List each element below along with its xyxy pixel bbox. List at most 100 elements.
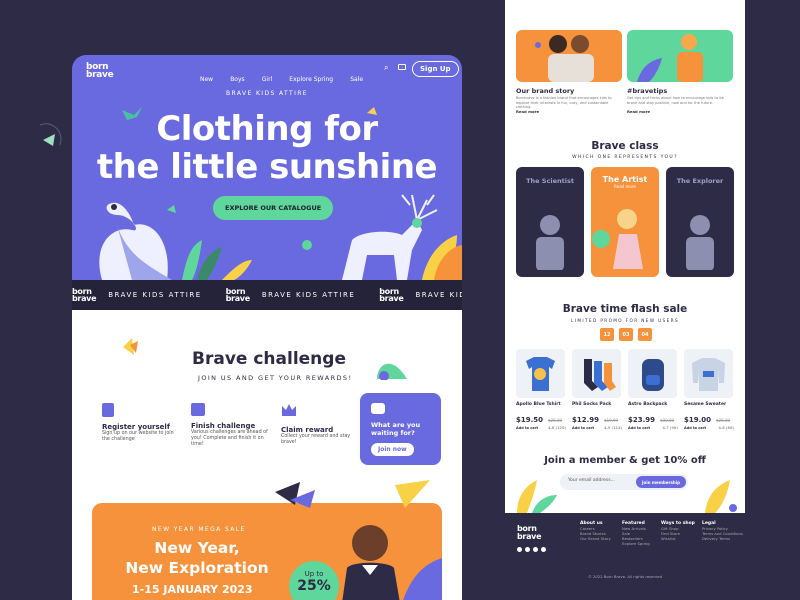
product-card[interactable]: Astro Backpack $23.99 $30.00 Add to cart…	[628, 349, 678, 430]
footer-logo-line2: brave	[517, 532, 542, 541]
explorer-photo	[686, 215, 714, 271]
flash-sale-title: Brave time flash sale	[562, 303, 688, 315]
product-price: $23.99	[628, 416, 656, 424]
step-desc: Various challenges are ahead of you! Com…	[191, 430, 268, 447]
promo-dates: 1-15 JANUARY 2023	[132, 583, 253, 596]
class-card-scientist[interactable]: The Scientist	[516, 167, 584, 277]
product-image	[516, 349, 565, 398]
footer-link[interactable]: Wishlist	[661, 536, 699, 541]
footer-link[interactable]: Delivery Terms	[702, 536, 744, 541]
promo-kicker: NEW YEAR MEGA SALE	[152, 526, 246, 533]
artist-photo	[592, 209, 643, 269]
marquee-logo: born brave	[72, 287, 97, 303]
calendar-check-icon	[191, 403, 205, 416]
join-membership-button[interactable]: Join membership	[636, 476, 686, 488]
join-card-title: What are you waiting for?	[371, 421, 421, 437]
add-to-cart-link[interactable]: Add to cart	[628, 426, 650, 430]
member-title: Join a member & get 10% off	[544, 455, 706, 466]
countdown-seconds: 04	[638, 328, 652, 341]
step-title: Finish challenge	[191, 422, 256, 430]
class-card-explorer[interactable]: The Explorer	[666, 167, 734, 277]
class-card-label: The Explorer	[676, 177, 724, 185]
brand-story-image[interactable]	[516, 30, 622, 82]
badge-top: Up to	[304, 570, 324, 578]
brand-story-desc: Bornbrave is a fashion brand that encour…	[516, 96, 612, 109]
footer-link[interactable]: Explore Spring	[622, 541, 660, 546]
butterfly-yellow-icon	[123, 338, 138, 355]
butterfly-outside-icon	[39, 123, 62, 146]
bravetips-title: #bravetips	[627, 87, 668, 95]
bravetips-image[interactable]	[627, 30, 733, 82]
product-card[interactable]: Sesame Sweater $19.00 $25.00 Add to cart…	[684, 349, 734, 430]
brave-class-title: Brave class	[591, 140, 659, 152]
hero-section: born brave New Boys Girl Explore Spring …	[72, 55, 462, 280]
kids-photo	[535, 35, 594, 82]
marquee-strip: born brave BRAVE KIDS ATTIRE born brave BR…	[72, 280, 462, 310]
step-title: Register yourself	[102, 423, 170, 431]
instagram-icon[interactable]	[533, 547, 538, 552]
product-image	[572, 349, 621, 398]
product-old-price: $19.99	[604, 418, 619, 423]
marquee-text: BRAVE KIDS ATTIRE	[108, 291, 202, 299]
promo-title-line1: New Year,	[154, 539, 240, 557]
deer-illustration	[342, 194, 438, 280]
flower-icon	[302, 240, 312, 250]
plant-left-decoration	[517, 480, 557, 513]
socks-icon	[584, 359, 616, 391]
class-card-label: The Scientist	[526, 177, 574, 185]
join-now-button[interactable]: Join now	[371, 443, 414, 456]
promo-banner: NEW YEAR MEGA SALE New Year, New Explora…	[92, 503, 442, 600]
facebook-icon[interactable]	[525, 547, 530, 552]
step-register: Register yourself Sign up on our website…	[102, 403, 182, 443]
marquee-logo: born brave	[225, 287, 251, 303]
leaves-left	[182, 240, 252, 280]
product-card[interactable]: Phil Socks Pack $12.99 $19.99 Add to car…	[572, 349, 622, 430]
leaves-right	[422, 235, 462, 280]
promo-title: New Year, New Exploration	[102, 538, 292, 578]
class-card-artist[interactable]: The Artist Read more	[591, 167, 659, 277]
product-price: $19.00	[684, 416, 712, 424]
twitter-icon[interactable]	[517, 547, 522, 552]
add-to-cart-link[interactable]: Add to cart	[684, 426, 706, 430]
youtube-icon[interactable]	[541, 547, 546, 552]
sweater-icon	[692, 358, 725, 391]
footer-col-about: About us Careers Brand Stories Our Brand…	[580, 521, 618, 541]
crown-icon	[282, 404, 296, 416]
countdown-timer: 12 03 04	[600, 328, 652, 341]
product-card[interactable]: Apollo Blue Tshirt $19.50 $25.00 Add to …	[516, 349, 566, 430]
step-finish: Finish challenge Various challenges are …	[191, 403, 271, 448]
chat-icon	[371, 403, 385, 414]
step-claim: Claim reward Collect your reward and sta…	[281, 403, 353, 446]
footer-col-featured: Featured New Arrivals Sale Bestsellers E…	[622, 521, 660, 546]
boy-illustration	[342, 525, 442, 600]
product-rating: 4.8 (120)	[548, 426, 566, 430]
brand-story-link[interactable]: Read more	[516, 109, 539, 114]
footer-link[interactable]: Our Brand Story	[580, 536, 618, 541]
social-links	[517, 547, 546, 552]
countdown-minutes: 03	[619, 328, 633, 341]
class-card-label: The Artist	[602, 175, 648, 184]
join-card: What are you waiting for? Join now	[360, 393, 441, 465]
hero-illustration	[99, 107, 462, 280]
plant-decoration-icon	[377, 363, 407, 380]
flash-sale-subtitle: LIMITED PROMO FOR NEW USERS	[570, 318, 680, 323]
butterfly-small-icon	[167, 205, 176, 213]
badge-value: 25%	[297, 578, 331, 594]
footer-logo[interactable]: born brave	[517, 525, 542, 541]
add-to-cart-link[interactable]: Add to cart	[572, 426, 594, 430]
marquee-text: BRAVE KIDS ATTIRE	[415, 291, 462, 299]
bravetips-link[interactable]: Read more	[627, 109, 650, 114]
email-placeholder: Your email address...	[568, 478, 615, 483]
tshirt-icon	[526, 357, 555, 391]
product-image	[684, 349, 733, 398]
product-rating: 4.9 (114)	[604, 426, 622, 430]
backpack-icon	[642, 359, 664, 391]
challenge-subtitle: JOIN US AND GET YOUR REWARDS!	[198, 374, 353, 382]
add-to-cart-link[interactable]: Add to cart	[516, 426, 538, 430]
product-price: $12.99	[572, 416, 600, 424]
footer: born brave About us Careers Brand Storie…	[505, 513, 745, 588]
product-old-price: $25.00	[548, 418, 563, 423]
marquee-text: BRAVE KIDS ATTIRE	[261, 291, 356, 299]
step-desc: Sign up on our website to join the chall…	[102, 431, 174, 442]
promo-title-line2: New Exploration	[125, 559, 269, 577]
